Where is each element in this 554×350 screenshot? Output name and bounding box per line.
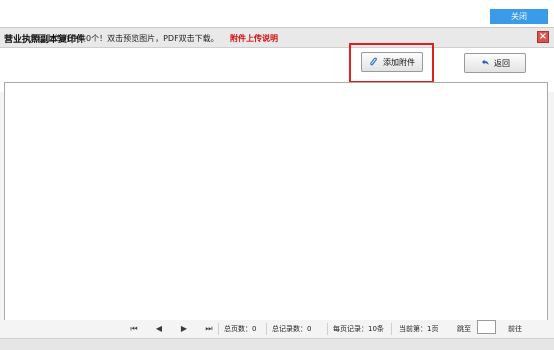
close-button[interactable]: 关闭 [490,9,548,24]
go-button[interactable]: 前往 [508,324,522,334]
add-attachment-label: 添加附件 [383,57,415,67]
bottom-strip [0,338,554,350]
total-records-text: 总记录数：0 [272,325,312,333]
top-bar: 关闭 [0,0,554,27]
pagination-bar: ⏮ ◀ ▶ ⏭ 总页数：0 总记录数：0 每页记录：10条 当前第：1页 跳至 … [0,320,554,338]
prev-page-icon[interactable]: ◀ [154,324,164,334]
add-attachment-button[interactable]: 添加附件 [361,52,423,72]
jump-page-input[interactable] [477,320,496,334]
undo-arrow-icon [480,58,490,68]
divider [327,323,328,335]
total-pages-text: 总页数：0 [224,325,257,333]
upload-count-text: 您已上传附件共0个！双击预览图片，PDF双击下载。 [30,34,219,43]
next-page-icon[interactable]: ▶ [179,324,189,334]
first-page-icon[interactable]: ⏮ [129,324,139,334]
upload-note-link[interactable]: 附件上传说明 [230,33,278,44]
divider [266,323,267,335]
per-page-text: 每页记录：10条 [333,325,384,333]
close-x-icon[interactable]: × [537,31,549,43]
current-page-text: 当前第：1页 [399,325,439,333]
attachment-list-area[interactable] [4,82,548,322]
last-page-icon[interactable]: ⏭ [204,324,214,334]
paperclip-icon [369,57,379,67]
jump-label: 跳至 [457,325,471,333]
divider [391,323,392,335]
back-button[interactable]: 返回 [464,53,526,73]
back-label: 返回 [494,58,510,68]
divider [218,323,219,335]
